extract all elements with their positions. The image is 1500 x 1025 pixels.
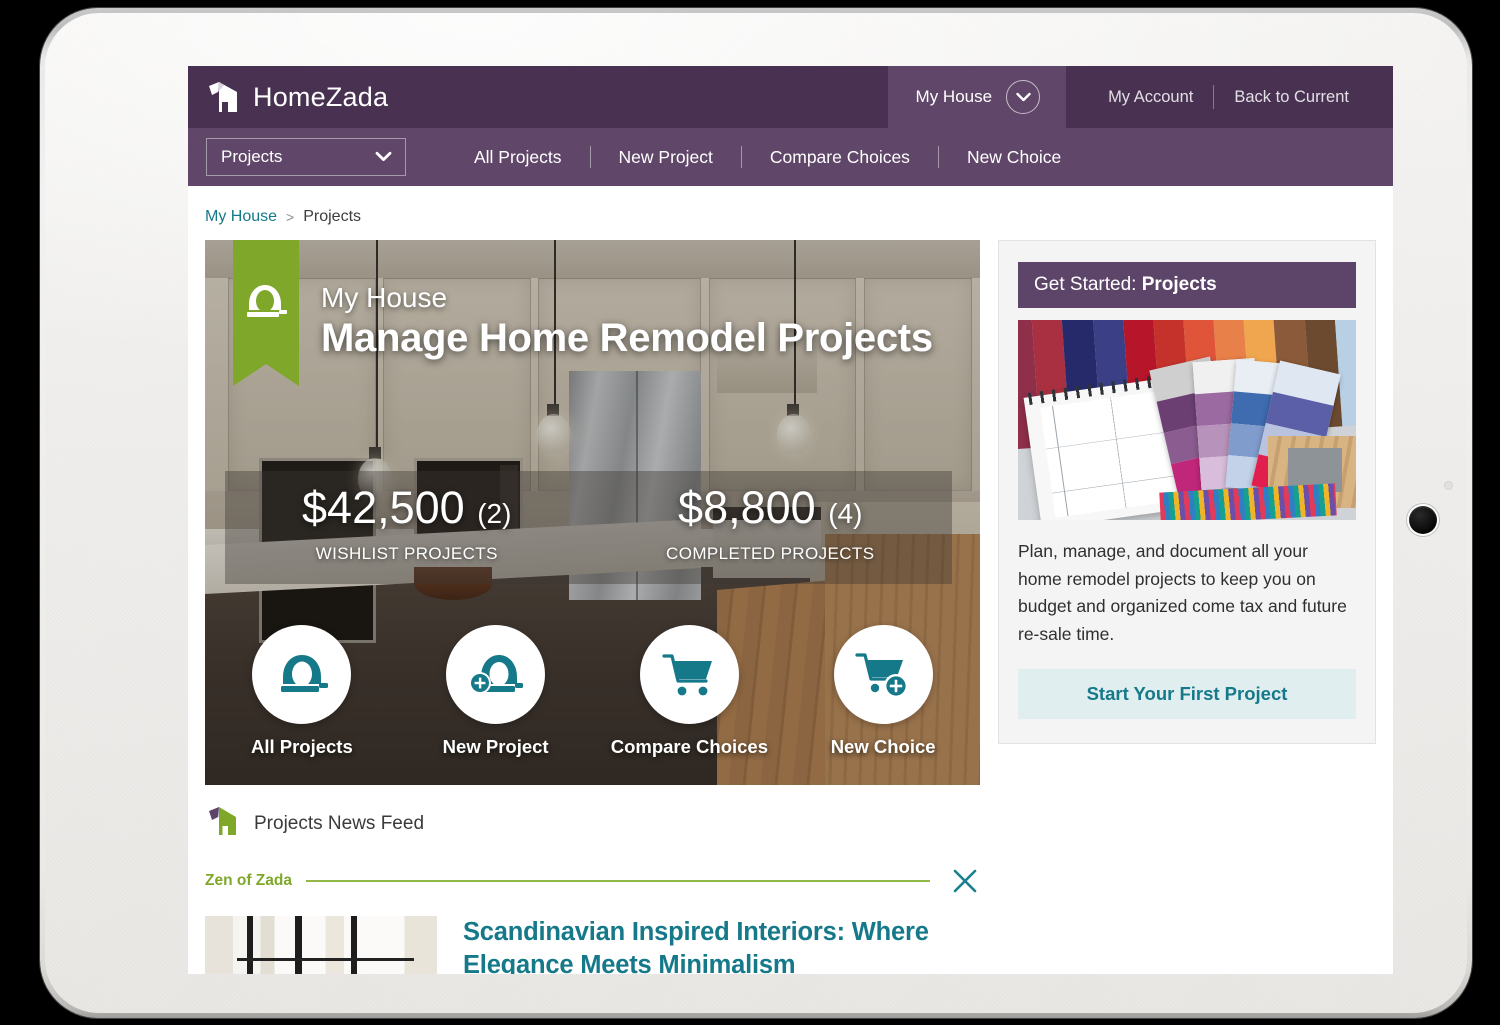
breadcrumb-separator: > (286, 209, 295, 225)
hero-quick-actions: All Projects New Project Compare Choices… (205, 625, 980, 758)
tape-measure-icon (252, 625, 352, 724)
brand-logo[interactable]: HomeZada (188, 79, 388, 115)
home-button[interactable] (1409, 506, 1437, 534)
my-account-link[interactable]: My Account (1088, 88, 1213, 107)
hero-ribbon (233, 240, 299, 386)
back-to-current-link[interactable]: Back to Current (1214, 88, 1369, 107)
stat-value: $42,500 (302, 482, 465, 533)
get-started-header: Get Started: Projects (1018, 262, 1356, 308)
stat-count: (2) (477, 498, 512, 529)
breadcrumb-home[interactable]: My House (205, 208, 277, 226)
stat-label: WISHLIST PROJECTS (315, 544, 498, 563)
hero-banner: My House Manage Home Remodel Projects $4… (205, 240, 980, 785)
stat-wishlist-projects: $42,500 (2) WISHLIST PROJECTS (225, 471, 589, 584)
chevron-down-icon (375, 147, 392, 167)
homezada-house-flag-logo-icon (206, 79, 242, 115)
page-title: Manage Home Remodel Projects (321, 316, 933, 360)
news-feed-article[interactable]: Scandinavian Inspired Interiors: Where E… (205, 916, 980, 974)
hero-stats: $42,500 (2) WISHLIST PROJECTS $8,800 (4) (225, 471, 952, 584)
article-thumbnail (205, 916, 437, 974)
stat-count: (4) (828, 498, 863, 529)
quick-action-new-project[interactable]: New Project (399, 625, 593, 758)
news-feed-title: Projects News Feed (254, 812, 425, 834)
module-nav-bar: Projects All Projects New Project Compar… (188, 128, 1393, 186)
quick-action-new-choice[interactable]: New Choice (786, 625, 980, 758)
module-select-value: Projects (221, 147, 283, 166)
chevron-down-icon[interactable] (1006, 80, 1041, 114)
tablet-device-frame: HomeZada My House My Account Back to Cur… (40, 8, 1472, 1018)
get-started-body: Plan, manage, and document all your home… (1018, 541, 1347, 644)
quick-action-compare-choices[interactable]: Compare Choices (593, 625, 787, 758)
shopping-cart-icon (639, 625, 739, 724)
get-started-image (1018, 320, 1356, 520)
article-title[interactable]: Scandinavian Inspired Interiors: Where E… (463, 916, 980, 974)
tablet-screen: HomeZada My House My Account Back to Cur… (188, 66, 1393, 974)
nav-link-compare-choices[interactable]: Compare Choices (742, 147, 938, 168)
main-column: My House Manage Home Remodel Projects $4… (205, 240, 980, 974)
tape-measure-plus-icon (446, 625, 546, 724)
shopping-cart-plus-icon (833, 625, 933, 724)
quick-action-label: New Project (442, 736, 549, 757)
quick-action-label: Compare Choices (610, 736, 769, 757)
hero-eyebrow: My House (321, 282, 448, 313)
hero-text: My House Manage Home Remodel Projects (321, 282, 933, 361)
module-select[interactable]: Projects (206, 138, 406, 176)
get-started-header-highlight: Projects (1141, 274, 1217, 295)
house-switcher-label: My House (915, 87, 993, 106)
nav-link-new-project[interactable]: New Project (591, 147, 741, 168)
get-started-header-prefix: Get Started: (1034, 274, 1142, 295)
account-links: My Account Back to Current (1066, 66, 1393, 128)
quick-action-label: All Projects (250, 736, 353, 757)
stat-completed-projects: $8,800 (4) COMPLETED PROJECTS (589, 471, 953, 584)
news-feed-header: Projects News Feed (205, 805, 980, 842)
brand-name: HomeZada (253, 81, 389, 112)
nav-link-all-projects[interactable]: All Projects (446, 147, 590, 168)
close-icon[interactable] (952, 868, 978, 894)
top-header-right: My House My Account Back to Current (887, 66, 1393, 128)
stat-label: COMPLETED PROJECTS (666, 544, 875, 563)
nav-link-new-choice[interactable]: New Choice (939, 147, 1089, 168)
sidebar-column: Get Started: Projects Plan, manage, and … (998, 240, 1376, 744)
divider (305, 880, 930, 882)
quick-action-all-projects[interactable]: All Projects (205, 625, 399, 758)
nav-links: All Projects New Project Compare Choices… (446, 146, 1089, 168)
quick-action-label: New Choice (830, 736, 936, 757)
get-started-card: Get Started: Projects Plan, manage, and … (998, 240, 1376, 744)
house-switcher[interactable]: My House (887, 66, 1067, 128)
news-feed-section-header: Zen of Zada (205, 868, 980, 894)
breadcrumb-current: Projects (303, 208, 362, 225)
stat-value: $8,800 (678, 482, 816, 533)
news-feed-section-label: Zen of Zada (205, 872, 292, 889)
breadcrumb: My House > Projects (205, 208, 1376, 226)
sensor-dot-icon (1444, 481, 1453, 490)
page-content: My House > Projects My House Manage Home… (188, 186, 1393, 974)
top-header-bar: HomeZada My House My Account Back to Cur… (188, 66, 1393, 128)
homezada-green-house-icon (207, 805, 241, 842)
start-first-project-button[interactable]: Start Your First Project (1018, 668, 1356, 719)
